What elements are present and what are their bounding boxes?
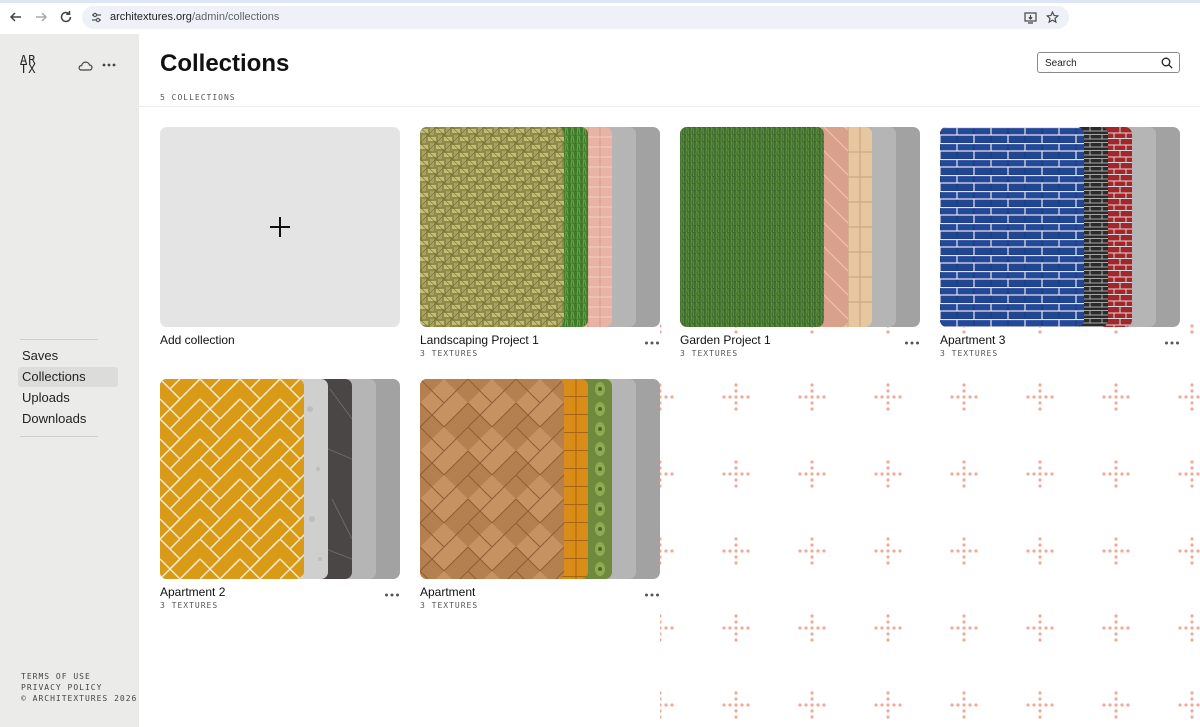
search-icon[interactable] xyxy=(1161,57,1173,69)
texture-lawn xyxy=(680,127,824,327)
search-placeholder: Search xyxy=(1045,58,1077,69)
decorative-dot-pattern xyxy=(660,324,1200,727)
sidebar-item-collections[interactable]: Collections xyxy=(18,367,118,387)
clipped-menu-item xyxy=(34,319,82,325)
texture-herringbone-wood xyxy=(420,379,564,579)
sidebar-item-uploads[interactable]: Uploads xyxy=(18,388,118,408)
tab-strip-edge xyxy=(0,0,1200,3)
texture-count: 3 TEXTURES xyxy=(420,349,479,358)
reload-icon xyxy=(60,11,72,23)
install-app-icon[interactable] xyxy=(1024,11,1037,24)
copyright-text: © ARCHITEXTURES 2026 xyxy=(21,694,138,703)
texture-stack[interactable] xyxy=(680,127,920,327)
main-content: Collections 5 COLLECTIONS Search Add col… xyxy=(139,34,1200,727)
more-options-icon[interactable] xyxy=(904,340,920,346)
texture-count: 3 TEXTURES xyxy=(940,349,999,358)
texture-woven-seagrass xyxy=(420,127,564,327)
texture-stack[interactable] xyxy=(420,127,660,327)
more-options-icon[interactable] xyxy=(644,340,660,346)
more-options-icon[interactable] xyxy=(1164,340,1180,346)
texture-count: 3 TEXTURES xyxy=(680,349,739,358)
bookmark-star-icon[interactable] xyxy=(1046,11,1059,24)
site-settings-icon[interactable] xyxy=(90,11,103,24)
reload-button[interactable] xyxy=(58,9,74,25)
search-input[interactable]: Search xyxy=(1037,52,1180,73)
terms-link[interactable]: TERMS OF USE xyxy=(21,672,91,681)
more-options-icon[interactable] xyxy=(101,57,117,73)
arrow-right-icon xyxy=(36,12,48,22)
plus-icon xyxy=(270,217,290,237)
logo-line-2: TX xyxy=(20,62,37,76)
privacy-link[interactable]: PRIVACY POLICY xyxy=(21,683,102,692)
url-path: /admin/collections xyxy=(191,11,280,23)
sidebar: AR TX Saves Collections Uploads Download… xyxy=(0,34,139,727)
collection-name[interactable]: Apartment 3 xyxy=(940,333,1005,347)
collection-count: 5 COLLECTIONS xyxy=(160,93,236,102)
sidebar-divider xyxy=(20,436,98,437)
cloud-icon[interactable] xyxy=(77,57,93,73)
texture-stack[interactable] xyxy=(420,379,660,579)
forward-button[interactable] xyxy=(33,9,49,25)
url-text: architextures.org/admin/collections xyxy=(110,11,279,23)
address-bar[interactable]: architextures.org/admin/collections xyxy=(82,6,1069,29)
sidebar-item-downloads[interactable]: Downloads xyxy=(18,409,118,429)
texture-count: 3 TEXTURES xyxy=(420,601,479,610)
add-collection-tile[interactable] xyxy=(160,127,400,327)
collection-name[interactable]: Garden Project 1 xyxy=(680,333,771,347)
browser-toolbar: architextures.org/admin/collections xyxy=(0,0,1200,34)
add-collection-label: Add collection xyxy=(160,333,235,347)
texture-stack[interactable] xyxy=(160,379,400,579)
header-divider xyxy=(139,106,1200,107)
sidebar-divider xyxy=(20,339,98,340)
architextures-logo[interactable]: AR TX xyxy=(20,54,37,76)
sidebar-item-saves[interactable]: Saves xyxy=(18,346,118,366)
more-options-icon[interactable] xyxy=(644,592,660,598)
texture-stack[interactable] xyxy=(940,127,1180,327)
collection-name[interactable]: Apartment 2 xyxy=(160,585,225,599)
page-title: Collections xyxy=(160,50,290,77)
texture-count: 3 TEXTURES xyxy=(160,601,219,610)
texture-herringbone-yellow xyxy=(160,379,304,579)
more-options-icon[interactable] xyxy=(384,592,400,598)
collection-name[interactable]: Apartment xyxy=(420,585,475,599)
back-button[interactable] xyxy=(8,9,24,25)
arrow-left-icon xyxy=(9,12,21,22)
url-host: architextures.org xyxy=(110,11,192,23)
texture-subway-blue xyxy=(940,127,1084,327)
collection-name[interactable]: Landscaping Project 1 xyxy=(420,333,539,347)
